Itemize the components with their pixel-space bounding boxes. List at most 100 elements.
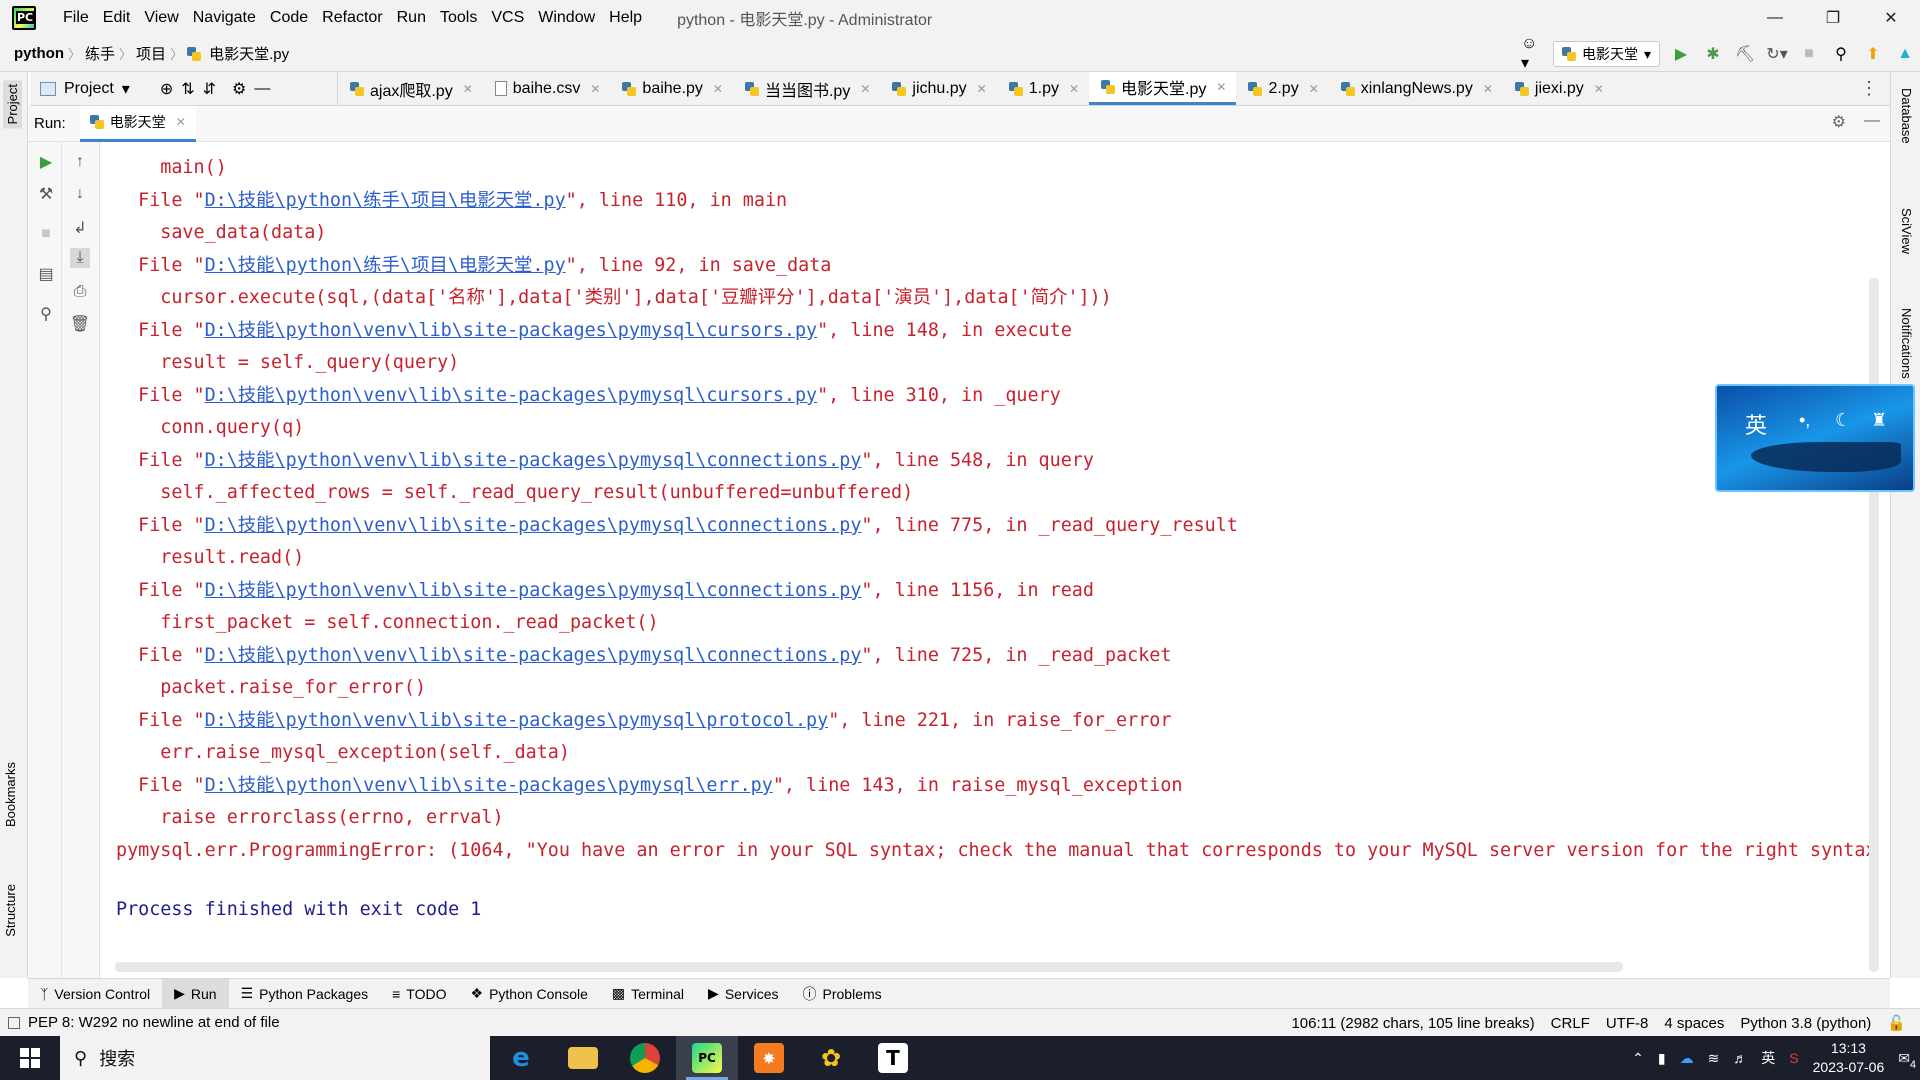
hide-icon[interactable]: — (1864, 112, 1880, 132)
print-icon[interactable]: ⎙ (70, 282, 90, 302)
close-icon[interactable]: ✕ (1483, 82, 1493, 96)
user-icon[interactable]: ☺▾ (1521, 35, 1543, 72)
line-separator[interactable]: CRLF (1551, 1015, 1590, 1032)
close-icon[interactable]: ✕ (1594, 82, 1604, 96)
taskbar-app-orange[interactable]: ✸ (738, 1036, 800, 1080)
tool-python-packages[interactable]: ☰ Python Packages (229, 979, 381, 1009)
arrow-down-icon[interactable]: ↓ (70, 184, 90, 204)
tool-terminal[interactable]: ▩ Terminal (600, 979, 696, 1009)
locate-icon[interactable]: ⊕ (160, 79, 173, 99)
taskbar-edge[interactable]: e (490, 1036, 552, 1080)
close-icon[interactable]: ✕ (860, 82, 870, 96)
sogou-icon[interactable]: S (1789, 1050, 1798, 1066)
tool-todo[interactable]: ≡ TODO (380, 979, 458, 1009)
update-icon[interactable]: ⬆ (1862, 43, 1884, 65)
clock[interactable]: 13:13 2023-07-06 (1813, 1039, 1885, 1077)
taskbar-app-bird[interactable]: ✿ (800, 1036, 862, 1080)
rerun-icon[interactable]: ▶ (36, 152, 56, 172)
breadcrumb-file[interactable]: 电影天堂.py (205, 43, 293, 64)
trash-icon[interactable]: 🗑 (70, 314, 90, 334)
menu-view[interactable]: View (137, 9, 185, 27)
close-icon[interactable]: ✕ (176, 115, 186, 129)
toggle-tool-windows-icon[interactable] (8, 1016, 20, 1029)
lock-icon[interactable]: 🔓 (1887, 1014, 1906, 1032)
menu-file[interactable]: File (56, 9, 96, 27)
layout-icon[interactable]: ▤ (36, 264, 56, 284)
chevron-up-icon[interactable]: ⌃ (1632, 1050, 1644, 1067)
start-button[interactable] (0, 1036, 60, 1080)
file-path-link[interactable]: D:\技能\python\练手\项目\电影天堂.py (205, 255, 566, 276)
close-icon[interactable]: ✕ (713, 82, 723, 96)
close-icon[interactable]: ✕ (977, 82, 987, 96)
tool-version-control[interactable]: ᛉ Version Control (28, 979, 162, 1009)
indent-setting[interactable]: 4 spaces (1664, 1015, 1724, 1032)
menu-code[interactable]: Code (263, 9, 315, 27)
menu-tools[interactable]: Tools (433, 9, 484, 27)
file-path-link[interactable]: D:\技能\python\venv\lib\site-packages\pymy… (205, 320, 818, 341)
menu-vcs[interactable]: VCS (484, 9, 531, 27)
gear-icon[interactable]: ⚙ (1832, 112, 1846, 132)
tab-baihe-csv[interactable]: baihe.csv ✕ (483, 72, 611, 105)
debug-icon[interactable]: ✱ (1702, 43, 1724, 65)
project-tool-tab[interactable]: Project (3, 80, 22, 129)
tool-services[interactable]: ▶ Services (696, 979, 790, 1009)
restore-button[interactable]: ❐ (1804, 0, 1862, 36)
run-icon[interactable]: ▶ (1670, 43, 1692, 65)
run-console-output[interactable]: main() File "D:\技能\python\练手\项目\电影天堂.py"… (101, 142, 1879, 972)
file-path-link[interactable]: D:\技能\python\venv\lib\site-packages\pymy… (205, 710, 829, 731)
bookmarks-tool-tab[interactable]: Bookmarks (3, 762, 18, 827)
breadcrumb-project[interactable]: python (10, 45, 68, 62)
sciview-tool-tab[interactable]: SciView (1899, 208, 1914, 254)
close-icon[interactable]: ✕ (590, 82, 600, 96)
tab-dangdang[interactable]: 当当图书.py ✕ (733, 72, 880, 105)
tool-python-console[interactable]: ❖ Python Console (459, 979, 600, 1009)
scroll-to-end-icon[interactable]: ⤓ (70, 248, 90, 268)
tab-baihe-py[interactable]: baihe.py ✕ (610, 72, 733, 105)
menu-help[interactable]: Help (602, 9, 649, 27)
file-path-link[interactable]: D:\技能\python\练手\项目\电影天堂.py (205, 190, 566, 211)
gear-icon[interactable]: ⚙ (232, 79, 246, 99)
run-tab[interactable]: 电影天堂 ✕ (79, 105, 196, 142)
caret-position[interactable]: 106:11 (2982 chars, 105 line breaks) (1291, 1015, 1534, 1032)
taskbar-explorer[interactable] (552, 1036, 614, 1080)
python-interpreter[interactable]: Python 3.8 (python) (1740, 1015, 1871, 1032)
taskbar-chrome[interactable] (614, 1036, 676, 1080)
close-window-button[interactable]: ✕ (1862, 0, 1920, 36)
breadcrumb-folder[interactable]: 练手 (81, 43, 119, 64)
menu-navigate[interactable]: Navigate (186, 9, 263, 27)
file-path-link[interactable]: D:\技能\python\venv\lib\site-packages\pymy… (205, 385, 818, 406)
project-tool-label[interactable]: Project (64, 80, 114, 98)
hide-icon[interactable]: — (254, 80, 270, 98)
menu-run[interactable]: Run (390, 9, 433, 27)
file-encoding[interactable]: UTF-8 (1606, 1015, 1649, 1032)
vertical-scrollbar[interactable] (1869, 278, 1879, 972)
stop-icon[interactable]: ■ (1798, 43, 1820, 65)
file-path-link[interactable]: D:\技能\python\venv\lib\site-packages\pymy… (205, 450, 862, 471)
file-path-link[interactable]: D:\技能\python\venv\lib\site-packages\pymy… (205, 515, 862, 536)
wrench-icon[interactable]: ⚒ (36, 184, 56, 204)
pin-icon[interactable]: ⚲ (36, 304, 56, 324)
more-tabs-icon[interactable]: ⋮ (1860, 78, 1878, 99)
minimize-button[interactable]: — (1746, 0, 1804, 36)
run-configuration-select[interactable]: 电影天堂 ▾ (1552, 41, 1660, 67)
cloud-icon[interactable]: ☁ (1680, 1050, 1694, 1067)
battery-icon[interactable]: ▮ (1658, 1050, 1666, 1067)
profile-icon[interactable]: ↻▾ (1766, 43, 1788, 65)
jetbrains-logo-icon[interactable]: ▲ (1894, 43, 1916, 65)
close-icon[interactable]: ✕ (463, 82, 473, 96)
file-path-link[interactable]: D:\技能\python\venv\lib\site-packages\pymy… (205, 580, 862, 601)
expand-all-icon[interactable]: ⇅ (181, 79, 194, 99)
tab-jiexi[interactable]: jiexi.py ✕ (1503, 72, 1614, 105)
close-icon[interactable]: ✕ (1309, 82, 1319, 96)
notification-icon[interactable]: ✉ 4 (1898, 1050, 1916, 1071)
menu-refactor[interactable]: Refactor (315, 9, 389, 27)
file-path-link[interactable]: D:\技能\python\venv\lib\site-packages\pymy… (205, 645, 862, 666)
breadcrumb-folder[interactable]: 项目 (132, 43, 170, 64)
arrow-up-icon[interactable]: ↑ (70, 152, 90, 172)
tool-run[interactable]: ▶ Run (162, 978, 229, 1009)
menu-window[interactable]: Window (531, 9, 602, 27)
taskbar-search[interactable]: ⚲ 搜索 (60, 1036, 490, 1080)
taskbar-pycharm[interactable]: PC (676, 1036, 738, 1080)
search-icon[interactable]: ⚲ (1830, 43, 1852, 65)
tab-1[interactable]: 1.py ✕ (997, 72, 1089, 105)
